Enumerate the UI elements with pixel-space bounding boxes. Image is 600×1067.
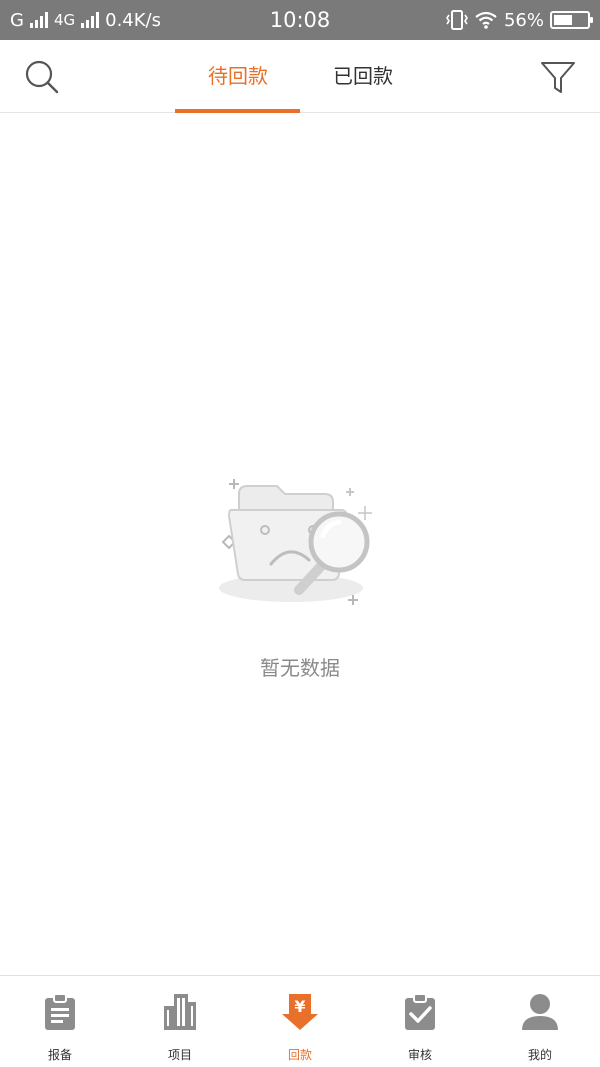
empty-folder-magnifier-icon (219, 479, 372, 605)
yen-download-icon: ¥ (282, 994, 318, 1030)
tab-received-payment[interactable]: 已回款 (300, 40, 426, 113)
tab-pending-payment[interactable]: 待回款 (175, 40, 301, 113)
empty-state: 暂无数据 (0, 470, 600, 681)
check-clipboard-icon (405, 993, 435, 1030)
wifi-icon (475, 11, 497, 29)
nav-item-review[interactable]: 审核 (360, 976, 480, 1067)
nav-label-report: 报备 (47, 1048, 72, 1062)
bottom-nav: 报备 项目 ¥ 回款 审核 我的 (0, 975, 600, 1067)
clipboard-icon (45, 993, 75, 1030)
signal-icon (29, 12, 48, 28)
nav-item-mine[interactable]: 我的 (480, 976, 600, 1067)
battery-icon (550, 11, 593, 29)
battery-percent: 56% (503, 9, 544, 31)
nav-item-project[interactable]: 项目 (120, 976, 240, 1067)
signal-icon-2 (81, 12, 100, 28)
status-left: G 4G 0.4K/s (10, 10, 161, 31)
nav-item-payment[interactable]: ¥ 回款 (240, 976, 360, 1067)
app-screen: G 4G 0.4K/s 10:08 56% 待回款 已回款 暂无数据 报备 项目… (0, 0, 600, 1067)
nav-item-report[interactable]: 报备 (0, 976, 120, 1067)
svg-text:¥: ¥ (294, 997, 305, 1016)
status-bar: G 4G 0.4K/s 10:08 56% (0, 0, 600, 40)
top-header: 待回款 已回款 (0, 40, 600, 113)
building-icon (164, 994, 196, 1030)
network-label: 4G (53, 11, 76, 29)
network-speed: 0.4K/s (105, 9, 161, 31)
search-icon[interactable] (22, 58, 62, 98)
nav-label-project: 项目 (167, 1048, 192, 1062)
vibrate-icon (446, 10, 468, 30)
nav-label-review: 审核 (407, 1048, 432, 1062)
battery-fill (554, 15, 572, 25)
carrier-label: G (10, 9, 24, 31)
nav-label-payment: 回款 (287, 1048, 312, 1062)
nav-label-mine: 我的 (527, 1048, 552, 1062)
status-right: 56% (446, 9, 593, 31)
filter-icon[interactable] (538, 58, 578, 98)
user-icon (522, 994, 558, 1030)
empty-state-text: 暂无数据 (260, 656, 340, 680)
active-tab-indicator (175, 109, 300, 113)
